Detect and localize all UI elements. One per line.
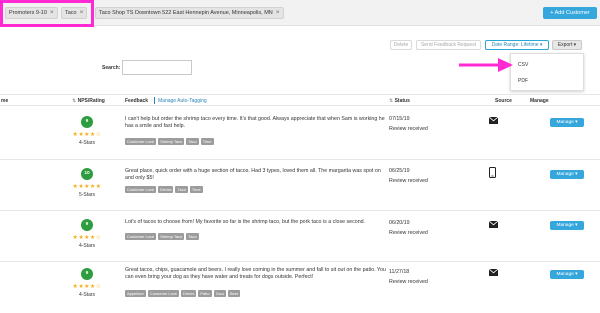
table-row: 9 ★★★★☆ 4-Stars Great tacos, chips, guac… — [0, 262, 600, 313]
manage-button[interactable]: Manage ▾ — [550, 170, 584, 179]
column-header-nps[interactable]: ⇅ NPS/Rating — [72, 98, 105, 104]
export-dropdown: CSV PDF — [510, 53, 584, 91]
nps-score-badge: 10 — [81, 168, 93, 180]
add-customer-button[interactable]: + Add Customer — [543, 7, 597, 19]
status-text: Review received — [389, 178, 428, 184]
delete-button[interactable]: Delete — [390, 40, 412, 50]
feedback-text: Lot's of tacos to choose from! My favori… — [125, 219, 366, 225]
tag[interactable]: Time — [189, 186, 203, 193]
filter-chip-label: Taco Shop TS Downtown 522 East Hennepin … — [99, 10, 273, 16]
manage-button[interactable]: Manage ▾ — [550, 270, 584, 279]
star-rating-label: 5-Stars — [78, 192, 96, 198]
status-text: Review received — [389, 230, 428, 236]
star-rating: ★★★★★ — [72, 184, 102, 190]
feedback-text: I can't help but order the shrimp taco e… — [125, 116, 385, 130]
nps-score-badge: 9 — [81, 268, 93, 280]
tag[interactable]: Shrimp Taco — [158, 138, 185, 145]
tag[interactable]: Taco — [186, 138, 199, 145]
manage-button[interactable]: Manage ▾ — [550, 118, 584, 127]
tag[interactable]: Customer Love — [147, 290, 180, 297]
tag-list: Customer Love Shrimp Taco Taco — [125, 233, 201, 240]
tag[interactable]: Drinks — [181, 290, 197, 297]
divider — [154, 97, 155, 104]
sort-icon: ⇅ — [389, 98, 394, 104]
tag[interactable]: Customer Love — [125, 186, 157, 193]
column-header-source: Source — [495, 98, 512, 104]
search-label: Search: — [102, 65, 121, 71]
nps-score-badge: 9 — [81, 219, 93, 231]
export-button[interactable]: Export ▾ — [552, 40, 582, 50]
star-rating-label: 4-Stars — [78, 243, 96, 249]
phone-icon — [489, 167, 496, 178]
export-csv-option[interactable]: CSV — [518, 62, 528, 68]
arrow-annotation-icon — [459, 58, 513, 72]
star-rating: ★★★★☆ — [72, 235, 102, 241]
status-date: 11/27/18 — [389, 269, 410, 275]
nps-score-badge: 9 — [81, 116, 93, 128]
date-range-button[interactable]: Date Range: Lifetime ▾ — [485, 40, 549, 50]
tag[interactable]: Drinks — [158, 186, 174, 193]
star-rating-label: 4-Stars — [78, 292, 96, 298]
status-date: 07/15/19 — [389, 116, 410, 122]
tag[interactable]: Beer — [227, 290, 241, 297]
email-icon — [489, 269, 498, 276]
status-text: Review received — [389, 126, 428, 132]
send-feedback-request-button[interactable]: Send Feedback Request — [416, 40, 481, 50]
tag[interactable]: Patio — [198, 290, 212, 297]
tag-list: Customer Love Drinks Taco Time — [125, 186, 205, 193]
tag[interactable]: Appetizer — [125, 290, 146, 297]
status-text: Review received — [389, 279, 428, 285]
star-rating: ★★★★☆ — [72, 132, 102, 138]
column-header-manage: Manage — [530, 98, 549, 104]
status-date: 06/25/19 — [389, 168, 410, 174]
tag[interactable]: Shrimp Taco — [158, 233, 185, 240]
tag[interactable]: Customer Love — [125, 138, 157, 145]
table-row: 10 ★★★★★ 5-Stars Great place, quick orde… — [0, 160, 600, 211]
star-rating-label: 4-Stars — [78, 140, 96, 146]
table-header: me ⇅ NPS/Rating Feedback Manage Auto-Tag… — [0, 94, 600, 106]
table-row: 9 ★★★★☆ 4-Stars Lot's of tacos to choose… — [0, 211, 600, 262]
tag[interactable]: Customer Love — [125, 233, 157, 240]
column-header-name[interactable]: me — [1, 98, 8, 104]
feedback-text: Great place, quick order with a huge sec… — [125, 168, 381, 182]
tag-list: Customer Love Shrimp Taco Taco Time — [125, 138, 216, 145]
export-pdf-option[interactable]: PDF — [518, 78, 528, 84]
manage-auto-tagging-link[interactable]: Manage Auto-Tagging — [158, 98, 207, 104]
email-icon — [489, 117, 498, 124]
table-row: 9 ★★★★☆ 4-Stars I can't help but order t… — [0, 107, 600, 160]
feedback-text: Great tacos, chips, guacamole and beers.… — [125, 267, 386, 281]
tag[interactable]: Time — [200, 138, 214, 145]
column-header-status[interactable]: ⇅ Status — [389, 98, 410, 104]
close-icon[interactable]: × — [276, 9, 280, 16]
tag[interactable]: Taco — [186, 233, 199, 240]
status-date: 06/20/19 — [389, 220, 410, 226]
column-header-feedback: Feedback — [125, 98, 149, 104]
star-rating: ★★★★☆ — [72, 284, 102, 290]
tag[interactable]: Taco — [175, 186, 188, 193]
sort-icon: ⇅ — [72, 98, 77, 104]
filter-chip-location[interactable]: Taco Shop TS Downtown 522 East Hennepin … — [95, 7, 284, 19]
highlight-annotation — [0, 0, 94, 27]
tag-list: Appetizer Customer Love Drinks Patio Taco Bee… — [125, 290, 242, 297]
search-input[interactable] — [122, 60, 192, 75]
manage-button[interactable]: Manage ▾ — [550, 221, 584, 230]
tag[interactable]: Taco — [213, 290, 226, 297]
email-icon — [489, 221, 498, 228]
